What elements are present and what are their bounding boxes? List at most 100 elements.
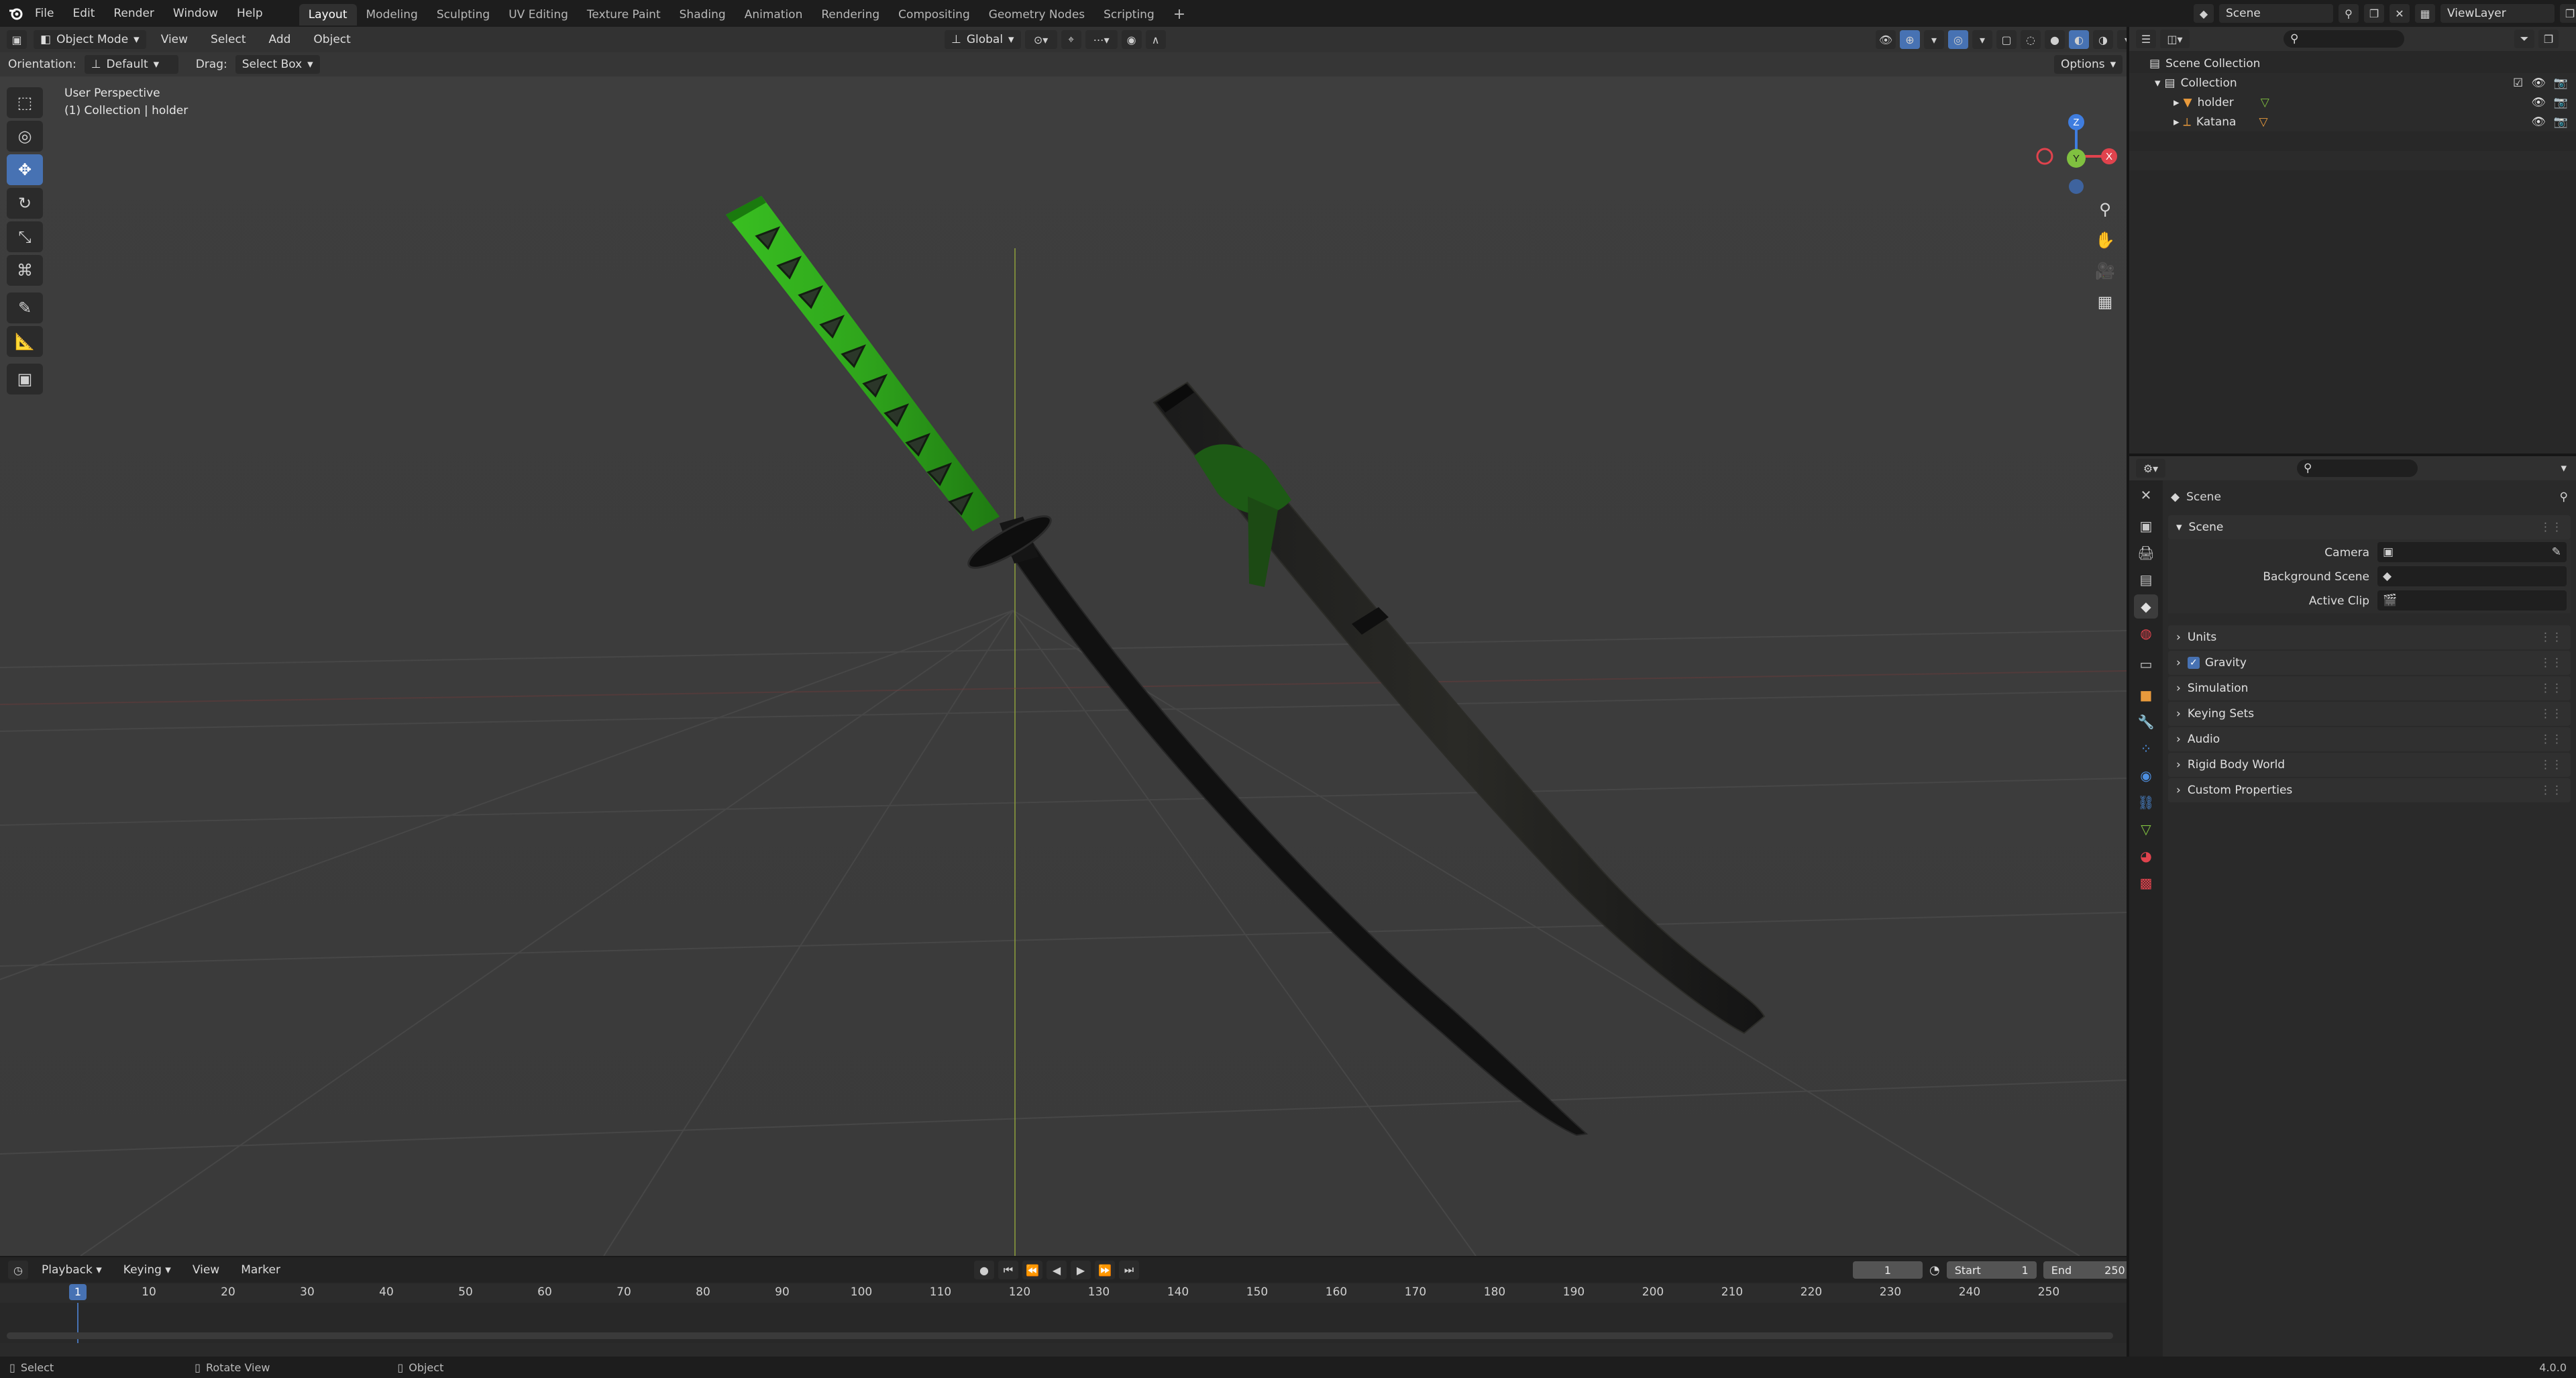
menu-edit[interactable]: Edit bbox=[63, 0, 104, 27]
drag-dropdown[interactable]: Select Box ▾ bbox=[235, 55, 320, 74]
timeline-menu-keying[interactable]: Keying ▾ bbox=[115, 1263, 179, 1277]
constraints-tab-icon[interactable]: ⛓ bbox=[2134, 790, 2158, 814]
tab-shading[interactable]: Shading bbox=[670, 4, 735, 25]
view-layer-icon[interactable]: ▦ bbox=[2415, 4, 2435, 23]
camera-icon[interactable]: 📷 bbox=[2554, 115, 2568, 129]
play-icon[interactable]: ▶ bbox=[1071, 1261, 1091, 1279]
eyedropper-icon[interactable]: ✎ bbox=[2552, 545, 2561, 559]
view-layer-tab-icon[interactable]: ▤ bbox=[2134, 568, 2158, 592]
camera-icon[interactable]: 📷 bbox=[2554, 76, 2568, 90]
drag-handle-icon[interactable]: ⋮⋮ bbox=[2540, 631, 2563, 644]
3d-viewport[interactable]: ▣ ◧ Object Mode ▾ View Select Add Object… bbox=[0, 27, 2127, 1256]
gizmo-toggle-icon[interactable]: ⊕ bbox=[1900, 30, 1920, 49]
timeline-body[interactable] bbox=[0, 1303, 2127, 1343]
background-scene-field[interactable]: ◆ bbox=[2377, 566, 2567, 586]
transform-orientation-dropdown[interactable]: ⊥ Global ▾ bbox=[945, 30, 1021, 49]
custom-properties-panel[interactable]: › Custom Properties ⋮⋮ bbox=[2168, 778, 2571, 802]
chevron-down-icon[interactable]: ▾ bbox=[2561, 462, 2567, 475]
viewport-menu-view[interactable]: View bbox=[153, 33, 196, 46]
select-box-tool-icon[interactable]: ⬚ bbox=[7, 87, 43, 118]
view-layer-selector[interactable]: ViewLayer bbox=[2440, 4, 2555, 23]
outliner-editor-icon[interactable]: ☰ bbox=[2136, 30, 2156, 48]
tab-rendering[interactable]: Rendering bbox=[812, 4, 889, 25]
visibility-icon[interactable]: 👁 bbox=[1876, 30, 1896, 49]
overlays-options-icon[interactable]: ▾ bbox=[1972, 30, 1992, 49]
tab-sculpting[interactable]: Sculpting bbox=[427, 4, 499, 25]
jump-end-icon[interactable]: ⏭ bbox=[1119, 1261, 1139, 1279]
timeline-menu-view[interactable]: View bbox=[184, 1263, 227, 1277]
tab-modeling[interactable]: Modeling bbox=[357, 4, 427, 25]
tab-texture-paint[interactable]: Texture Paint bbox=[578, 4, 670, 25]
scene-tab-icon[interactable]: ◆ bbox=[2134, 594, 2158, 619]
annotate-tool-icon[interactable]: ✎ bbox=[7, 293, 43, 323]
scene-panel-header[interactable]: ▾ Scene ⋮⋮ bbox=[2168, 515, 2571, 539]
cursor-tool-icon[interactable]: ◎ bbox=[7, 121, 43, 152]
camera-icon[interactable]: 📷 bbox=[2554, 96, 2568, 109]
tool-tab-icon[interactable]: ✕ bbox=[2134, 483, 2158, 507]
pin-icon[interactable]: ⚲ bbox=[2560, 490, 2568, 504]
new-view-layer-icon[interactable]: ❐ bbox=[2560, 4, 2576, 23]
outliner-row-holder[interactable]: ▸ ▼ holder ▽ 👁 📷 bbox=[2129, 93, 2576, 112]
expand-icon[interactable]: ▸ bbox=[2174, 96, 2180, 109]
prev-keyframe-icon[interactable]: ⏪ bbox=[1022, 1261, 1042, 1279]
tab-scripting[interactable]: Scripting bbox=[1094, 4, 1164, 25]
xray-icon[interactable]: ▢ bbox=[1996, 30, 2017, 49]
properties-editor-icon[interactable]: ⚙▾ bbox=[2136, 459, 2165, 478]
drag-handle-icon[interactable]: ⋮⋮ bbox=[2540, 656, 2563, 670]
gravity-panel[interactable]: › ✓ Gravity ⋮⋮ bbox=[2168, 651, 2571, 675]
current-frame-field[interactable]: 1 bbox=[1853, 1261, 1923, 1279]
record-icon[interactable]: ● bbox=[974, 1261, 994, 1279]
particles-tab-icon[interactable]: ⁘ bbox=[2134, 737, 2158, 761]
properties-search-field[interactable]: ⚲ bbox=[2297, 460, 2418, 477]
jump-start-icon[interactable]: ⏮ bbox=[998, 1261, 1018, 1279]
scene-selector[interactable]: Scene bbox=[2219, 4, 2333, 23]
falloff-icon[interactable]: ∧ bbox=[1145, 30, 1166, 49]
menu-window[interactable]: Window bbox=[164, 0, 227, 27]
options-dropdown[interactable]: Options ▾ bbox=[2054, 55, 2123, 74]
add-workspace-icon[interactable]: + bbox=[1164, 4, 1195, 25]
holder-model[interactable] bbox=[0, 27, 2127, 1256]
keying-sets-panel[interactable]: › Keying Sets ⋮⋮ bbox=[2168, 702, 2571, 726]
add-cube-tool-icon[interactable]: ▣ bbox=[7, 364, 43, 394]
units-panel[interactable]: › Units ⋮⋮ bbox=[2168, 625, 2571, 649]
timeline-scrollbar[interactable] bbox=[7, 1332, 2113, 1339]
eye-icon[interactable]: 👁 bbox=[2531, 96, 2546, 109]
drag-handle-icon[interactable]: ⋮⋮ bbox=[2540, 733, 2563, 746]
rendered-shading-icon[interactable]: ◑ bbox=[2093, 30, 2113, 49]
snap-target-icon[interactable]: ⋯▾ bbox=[1085, 30, 1118, 49]
scene-icon[interactable]: ◆ bbox=[2194, 4, 2214, 23]
tab-layout[interactable]: Layout bbox=[299, 4, 357, 25]
render-tab-icon[interactable]: ▣ bbox=[2134, 514, 2158, 538]
texture-tab-icon[interactable]: ▩ bbox=[2134, 871, 2158, 895]
end-frame-field[interactable]: End 250 bbox=[2043, 1261, 2133, 1279]
zoom-icon[interactable]: ⚲ bbox=[2090, 195, 2120, 224]
orientation-dropdown[interactable]: ⊥ Default ▾ bbox=[84, 55, 178, 74]
blender-logo-icon[interactable] bbox=[7, 4, 25, 23]
outliner-row-scene-collection[interactable]: ▤ Scene Collection bbox=[2129, 54, 2576, 73]
drag-handle-icon[interactable]: ⋮⋮ bbox=[2540, 784, 2563, 797]
viewport-menu-add[interactable]: Add bbox=[261, 33, 299, 46]
pan-hand-icon[interactable]: ✋ bbox=[2090, 225, 2120, 255]
outliner-row-collection[interactable]: ▾ ▤ Collection ☑ 👁 📷 bbox=[2129, 73, 2576, 93]
simulation-panel[interactable]: › Simulation ⋮⋮ bbox=[2168, 676, 2571, 700]
physics-tab-icon[interactable]: ◉ bbox=[2134, 763, 2158, 788]
scale-tool-icon[interactable]: ⤡ bbox=[7, 221, 43, 252]
output-tab-icon[interactable]: 🖨 bbox=[2134, 541, 2158, 565]
material-tab-icon[interactable]: ◕ bbox=[2134, 844, 2158, 868]
timeline-menu-playback[interactable]: Playback ▾ bbox=[34, 1263, 110, 1277]
eye-icon[interactable]: 👁 bbox=[2531, 76, 2546, 90]
tab-uv-editing[interactable]: UV Editing bbox=[499, 4, 578, 25]
ortho-grid-icon[interactable]: ▦ bbox=[2090, 287, 2120, 317]
menu-file[interactable]: File bbox=[25, 0, 63, 27]
area-divider-horizontal[interactable] bbox=[2129, 454, 2576, 456]
eye-icon[interactable]: 👁 bbox=[2531, 115, 2546, 129]
viewport-menu-object[interactable]: Object bbox=[305, 33, 358, 46]
tab-animation[interactable]: Animation bbox=[735, 4, 812, 25]
checkbox-icon[interactable]: ☑ bbox=[2513, 76, 2523, 90]
collection-tab-icon[interactable]: ▭ bbox=[2134, 652, 2158, 676]
move-tool-icon[interactable]: ✥ bbox=[7, 154, 43, 185]
data-tab-icon[interactable]: ▽ bbox=[2134, 817, 2158, 841]
pin-icon[interactable]: ⚲ bbox=[2339, 4, 2359, 23]
timeline-editor-icon[interactable]: ◷ bbox=[8, 1261, 28, 1279]
world-tab-icon[interactable]: ◍ bbox=[2134, 621, 2158, 645]
